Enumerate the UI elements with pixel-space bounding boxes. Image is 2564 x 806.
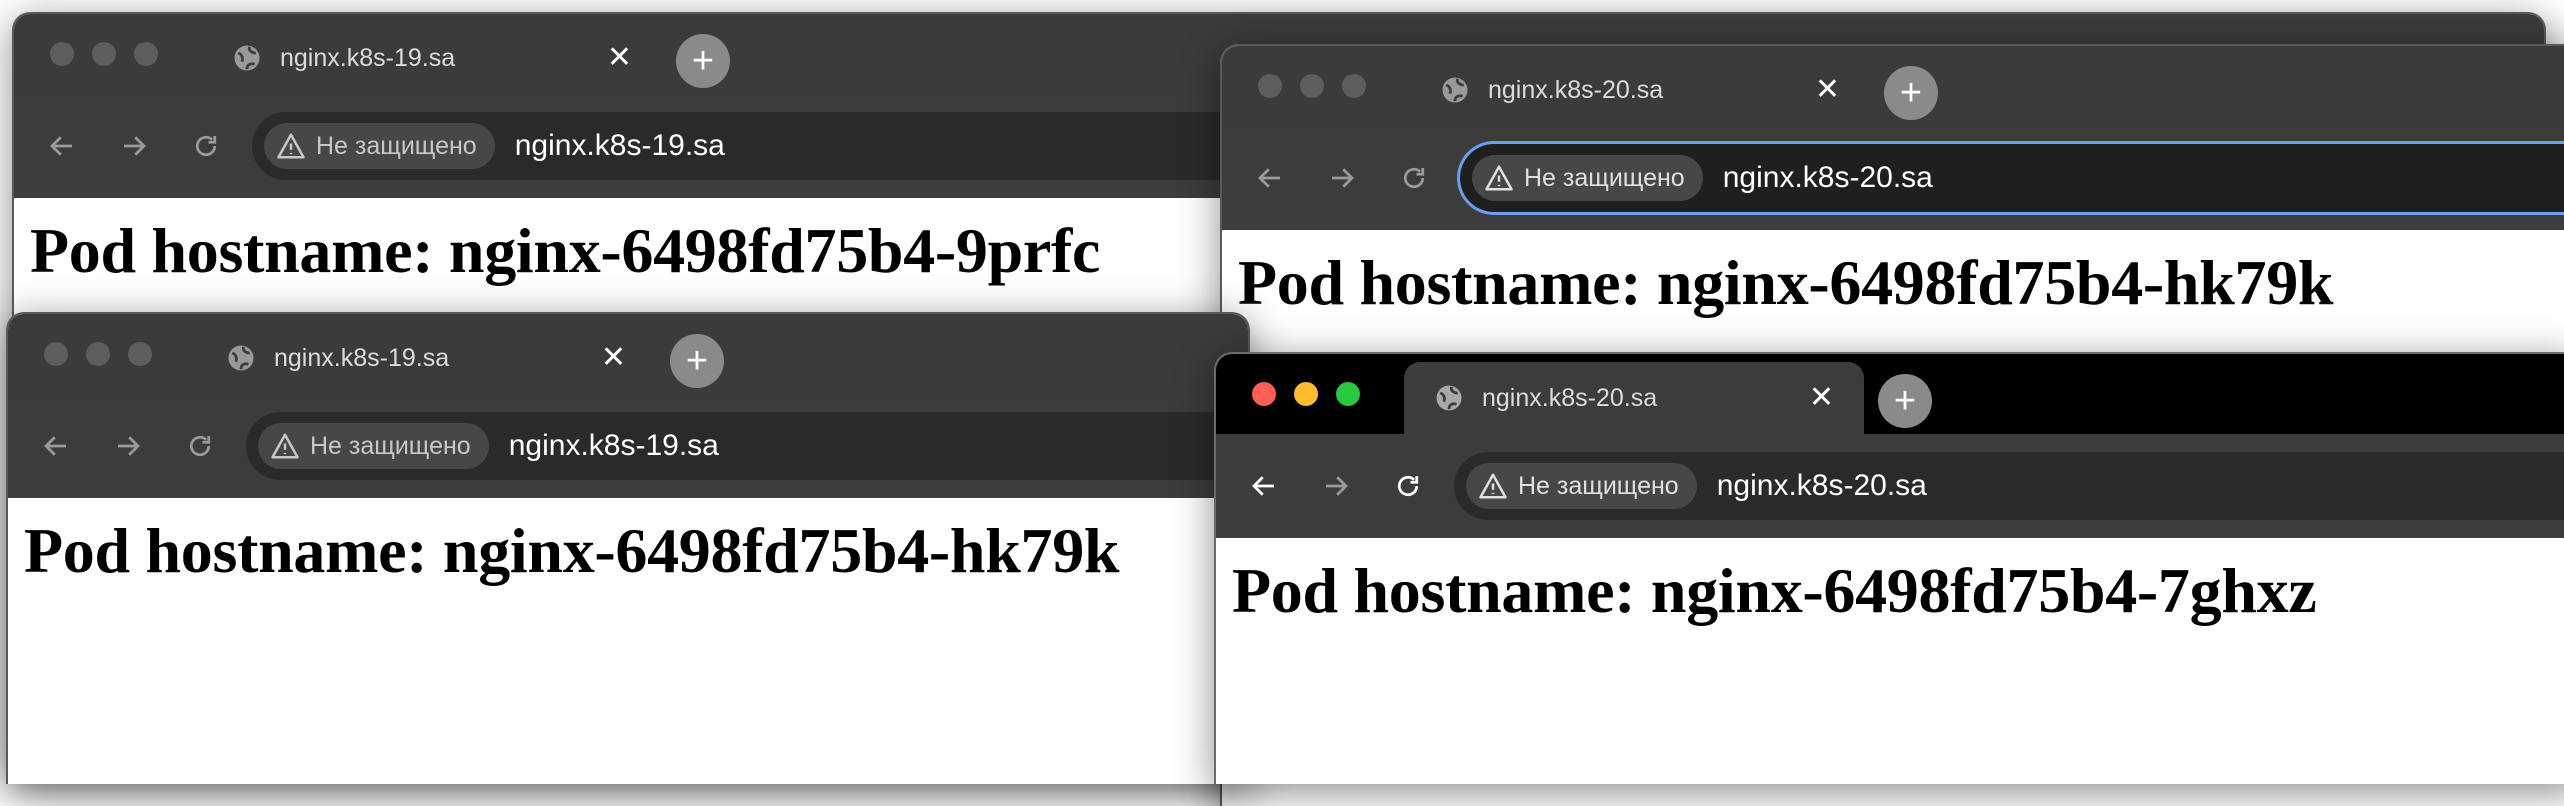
security-label: Не защищено [310,431,471,460]
new-tab-button[interactable]: + [670,334,724,388]
globe-icon [226,343,256,373]
address-bar[interactable]: Не защищено nginx.k8s-20.sa [1460,144,2564,212]
close-icon[interactable]: ✕ [607,43,632,73]
url-text[interactable]: nginx.k8s-19.sa [515,129,725,163]
tab-strip: nginx.k8s-20.sa ✕ + [1216,354,2564,434]
site-security-chip[interactable]: Не защищено [1472,155,1703,201]
back-button[interactable] [32,422,80,470]
security-label: Не защищено [316,131,477,160]
close-icon[interactable]: ✕ [1809,383,1834,413]
address-bar[interactable]: Не защищено nginx.k8s-20.sa [1454,452,2564,520]
security-label: Не защищено [1524,163,1685,192]
back-button[interactable] [1240,462,1288,510]
tab-title: nginx.k8s-20.sa [1482,383,1658,412]
url-text[interactable]: nginx.k8s-20.sa [1717,469,1927,503]
toolbar: Не защищено nginx.k8s-20.sa [1216,434,2564,538]
window-controls [44,342,152,366]
window-controls [50,42,158,66]
forward-button[interactable] [110,122,158,170]
browser-tab[interactable]: nginx.k8s-19.sa ✕ [202,22,662,94]
reload-button[interactable] [176,422,224,470]
page-content: Pod hostname: nginx-6498fd75b4-hk79k [1222,230,2564,320]
arrow-left-icon [50,136,72,156]
reload-button[interactable] [1390,154,1438,202]
browser-window-active[interactable]: nginx.k8s-20.sa ✕ + Не защищено nginx.k8… [1214,352,2564,784]
back-button[interactable] [1246,154,1294,202]
arrow-right-icon [1326,476,1348,496]
close-icon[interactable]: ✕ [1815,75,1840,105]
page-content: Pod hostname: nginx-6498fd75b4-hk79k [8,498,1248,588]
new-tab-button[interactable]: + [1878,374,1932,428]
minimize-window-button[interactable] [92,42,116,66]
arrow-left-icon [44,436,66,456]
tab-title: nginx.k8s-20.sa [1488,75,1664,104]
close-icon[interactable]: ✕ [601,343,626,373]
page-heading: Pod hostname: nginx-6498fd75b4-hk79k [24,515,1120,586]
forward-button[interactable] [1312,462,1360,510]
arrow-right-icon [1332,168,1354,188]
close-window-button[interactable] [1252,382,1276,406]
arrow-right-icon [124,136,146,156]
warning-triangle-icon [1478,471,1508,501]
window-controls [1252,382,1360,406]
window-controls [1258,74,1366,98]
toolbar: Не защищено nginx.k8s-19.sa [8,394,1248,498]
security-label: Не защищено [1518,471,1679,500]
tab-title: nginx.k8s-19.sa [280,43,456,72]
browser-window[interactable]: nginx.k8s-19.sa ✕ + Не защищено nginx.k8… [6,312,1250,784]
url-text[interactable]: nginx.k8s-20.sa [1723,161,1933,195]
close-window-button[interactable] [1258,74,1282,98]
maximize-window-button[interactable] [1342,74,1366,98]
minimize-window-button[interactable] [86,342,110,366]
globe-icon [1434,383,1464,413]
arrow-left-icon [1258,168,1280,188]
maximize-window-button[interactable] [128,342,152,366]
reload-button[interactable] [1384,462,1432,510]
reload-icon [189,435,211,457]
warning-triangle-icon [276,131,306,161]
warning-triangle-icon [1484,163,1514,193]
tab-title: nginx.k8s-19.sa [274,343,450,372]
globe-icon [232,43,262,73]
new-tab-button[interactable]: + [1884,66,1938,120]
tab-strip: nginx.k8s-19.sa ✕ + [8,314,1248,394]
page-content: Pod hostname: nginx-6498fd75b4-7ghxz [1216,538,2564,628]
back-button[interactable] [38,122,86,170]
new-tab-button[interactable]: + [676,34,730,88]
warning-triangle-icon [270,431,300,461]
forward-button[interactable] [1318,154,1366,202]
globe-icon [1440,75,1470,105]
browser-tab[interactable]: nginx.k8s-20.sa ✕ [1404,362,1864,434]
site-security-chip[interactable]: Не защищено [258,423,489,469]
reload-icon [1403,167,1425,189]
reload-icon [1397,475,1419,497]
close-window-button[interactable] [44,342,68,366]
site-security-chip[interactable]: Не защищено [1466,463,1697,509]
toolbar: Не защищено nginx.k8s-20.sa [1222,126,2564,230]
reload-icon [195,135,217,157]
page-heading: Pod hostname: nginx-6498fd75b4-hk79k [1238,247,2334,318]
reload-button[interactable] [182,122,230,170]
forward-button[interactable] [104,422,152,470]
browser-tab[interactable]: nginx.k8s-19.sa ✕ [196,322,656,394]
arrow-left-icon [1252,476,1274,496]
page-heading: Pod hostname: nginx-6498fd75b4-7ghxz [1232,555,2317,626]
url-text[interactable]: nginx.k8s-19.sa [509,429,719,463]
minimize-window-button[interactable] [1294,382,1318,406]
browser-tab[interactable]: nginx.k8s-20.sa ✕ [1410,54,1870,126]
maximize-window-button[interactable] [134,42,158,66]
close-window-button[interactable] [50,42,74,66]
tab-strip: nginx.k8s-20.sa ✕ + [1222,46,2564,126]
maximize-window-button[interactable] [1336,382,1360,406]
site-security-chip[interactable]: Не защищено [264,123,495,169]
minimize-window-button[interactable] [1300,74,1324,98]
address-bar[interactable]: Не защищено nginx.k8s-19.sa [246,412,1248,480]
arrow-right-icon [118,436,140,456]
